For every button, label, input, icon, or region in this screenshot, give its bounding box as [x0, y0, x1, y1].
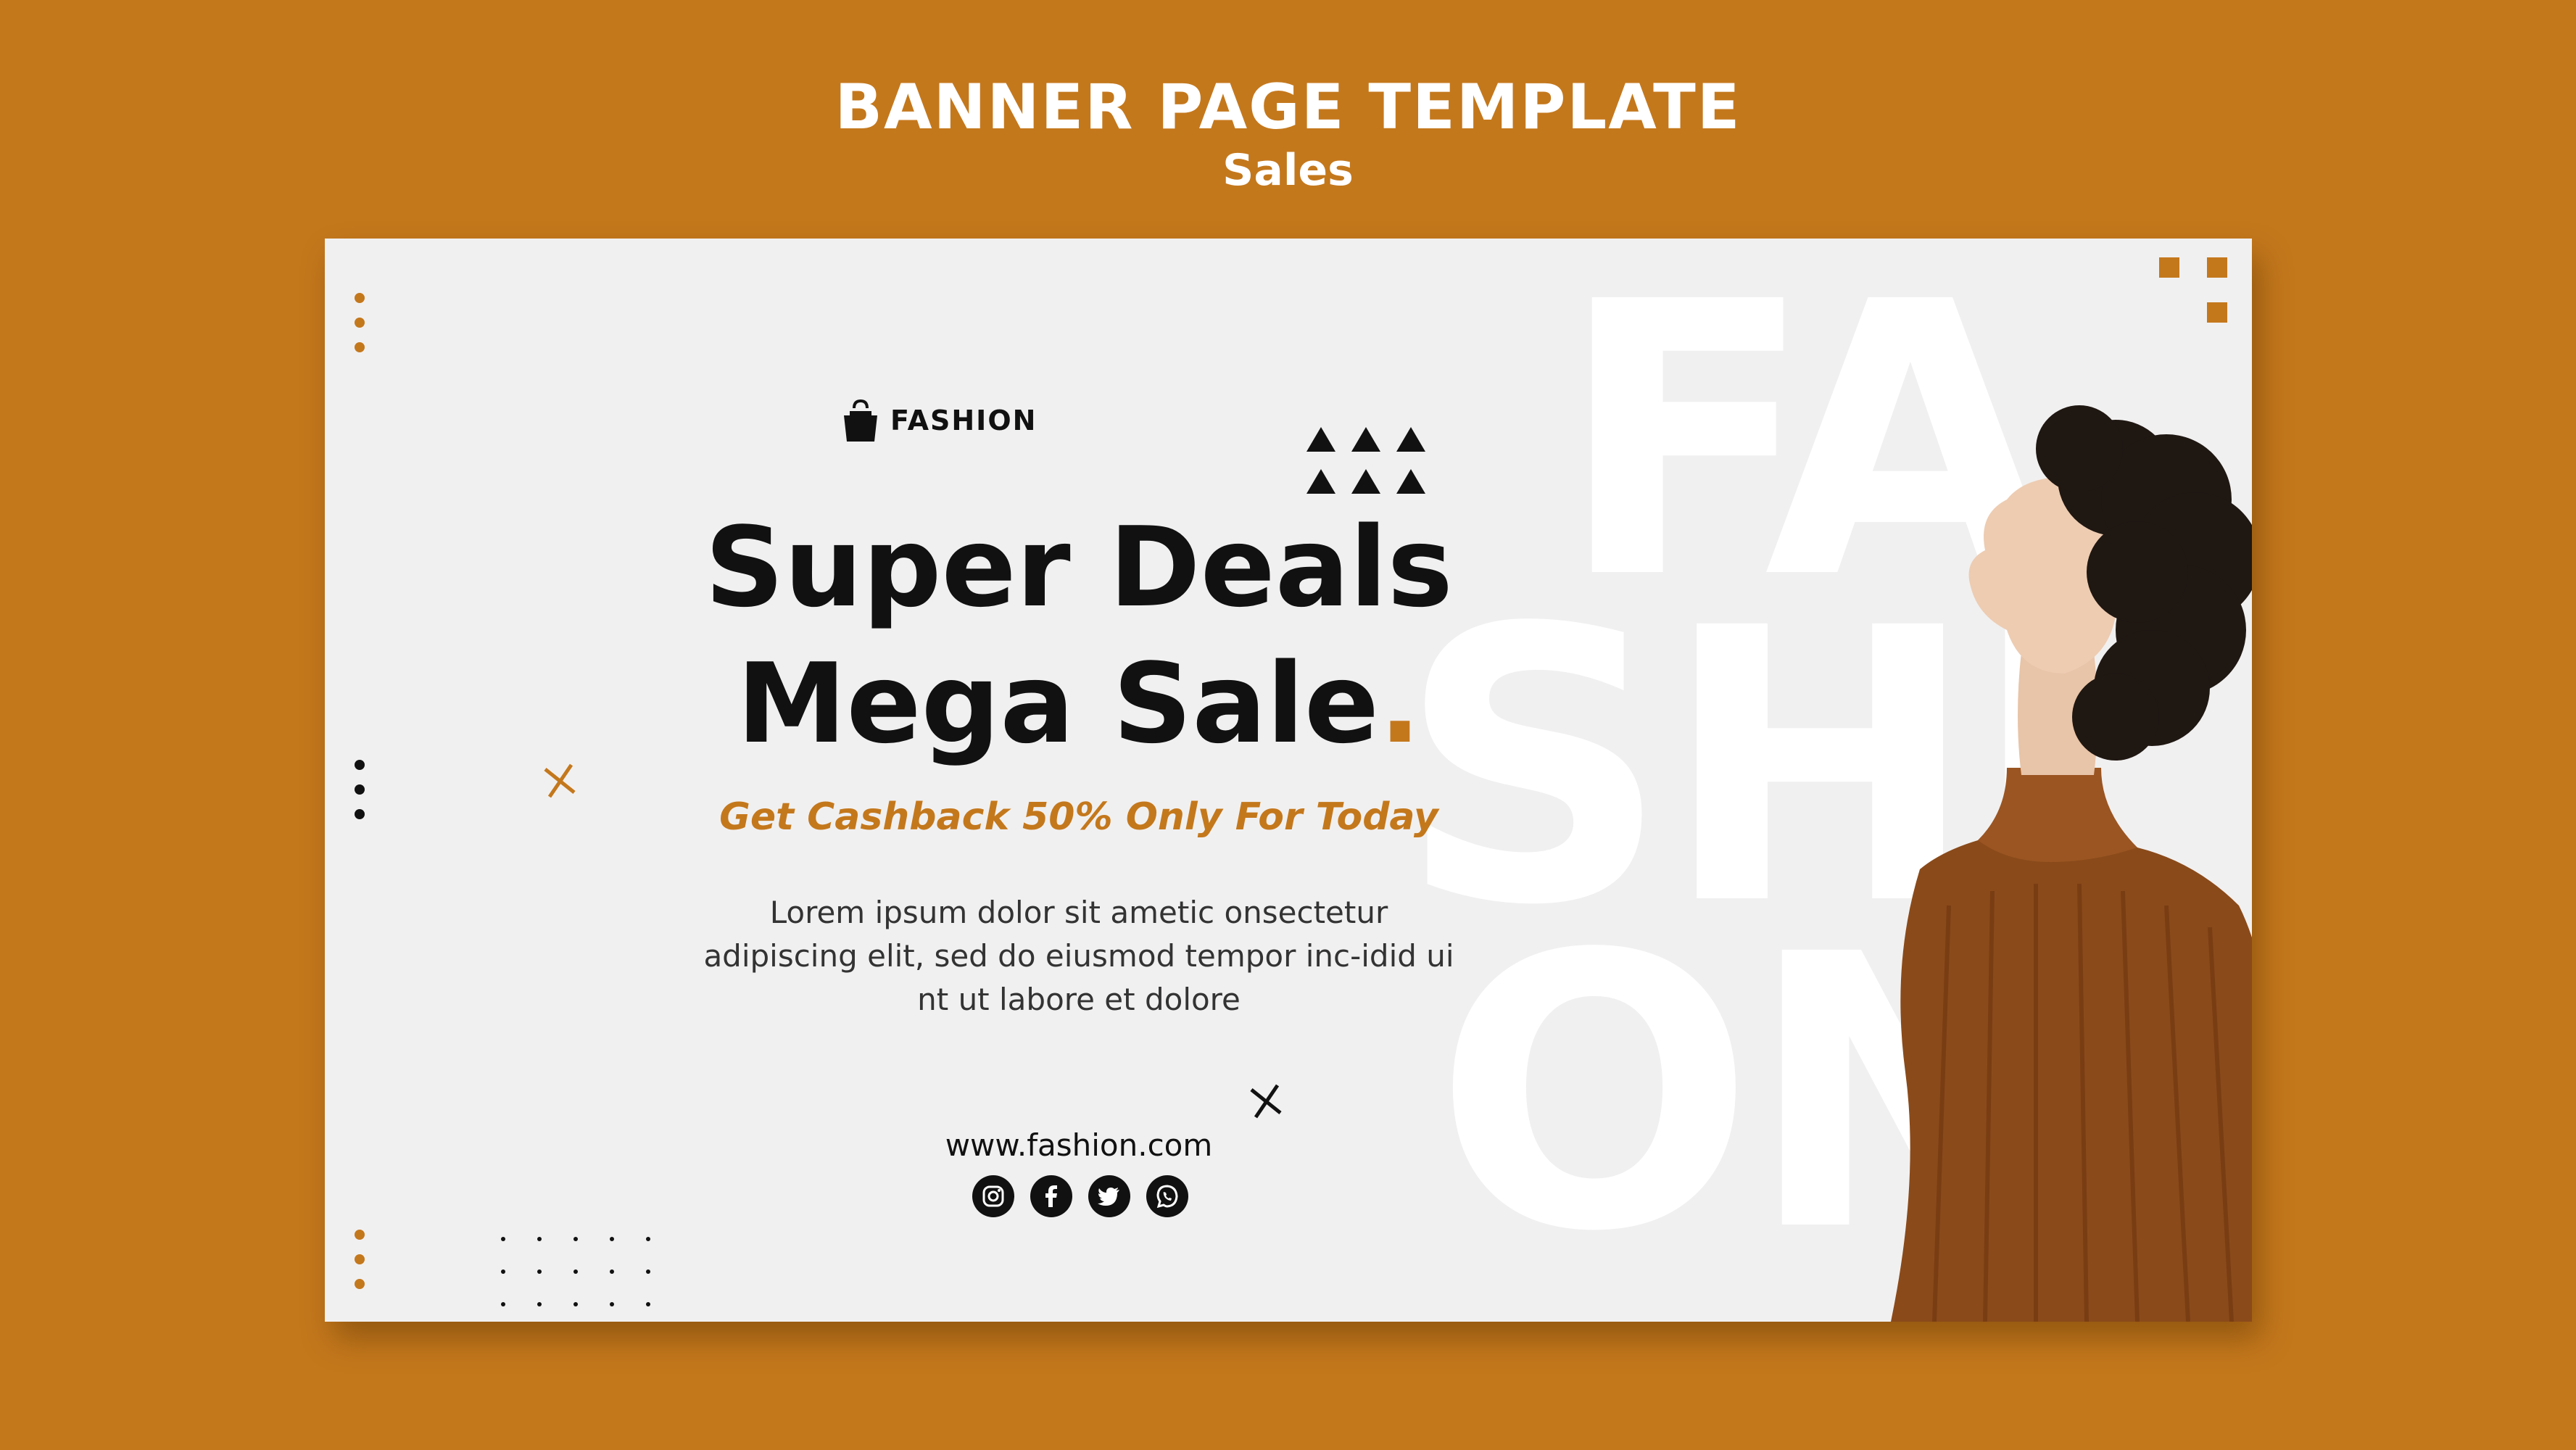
model-photo: [1891, 405, 2252, 1322]
page-subtitle: Sales: [1222, 145, 1354, 196]
headline-line-2: Mega Sale.: [687, 636, 1470, 772]
page-title: BANNER PAGE TEMPLATE: [834, 71, 1742, 144]
website-link[interactable]: www.fashion.com: [774, 1127, 1383, 1163]
headline: Super Deals Mega Sale.: [687, 500, 1470, 772]
headline-line-2-text: Mega Sale: [737, 639, 1380, 768]
dots-accent-top-left: [355, 293, 365, 352]
instagram-icon[interactable]: [972, 1175, 1014, 1217]
cross-accent: [544, 763, 576, 798]
shopping-bag-icon: [844, 399, 877, 442]
social-links: [812, 1175, 1349, 1217]
twitter-icon[interactable]: [1088, 1175, 1130, 1217]
cross-dark: [1250, 1084, 1282, 1119]
facebook-icon[interactable]: [1030, 1175, 1072, 1217]
dot-grid: [501, 1237, 650, 1306]
dots-dark-left: [355, 760, 365, 819]
sales-banner: FA SHI ON FASHION Super Deals Mega Sale.…: [325, 239, 2252, 1322]
tagline: Get Cashback 50% Only For Today: [719, 795, 1438, 839]
brand-name: FASHION: [890, 405, 1038, 436]
dots-accent-bottom-left: [355, 1230, 365, 1289]
headline-accent-dot: .: [1379, 639, 1421, 768]
triangle-pattern: [1306, 427, 1425, 494]
whatsapp-icon[interactable]: [1146, 1175, 1188, 1217]
body-text: Lorem ipsum dolor sit ametic onsectetur …: [703, 895, 1454, 1017]
headline-line-1: Super Deals: [705, 503, 1453, 631]
squares-pattern: [2159, 257, 2227, 323]
brand-logo: FASHION: [841, 398, 1037, 443]
